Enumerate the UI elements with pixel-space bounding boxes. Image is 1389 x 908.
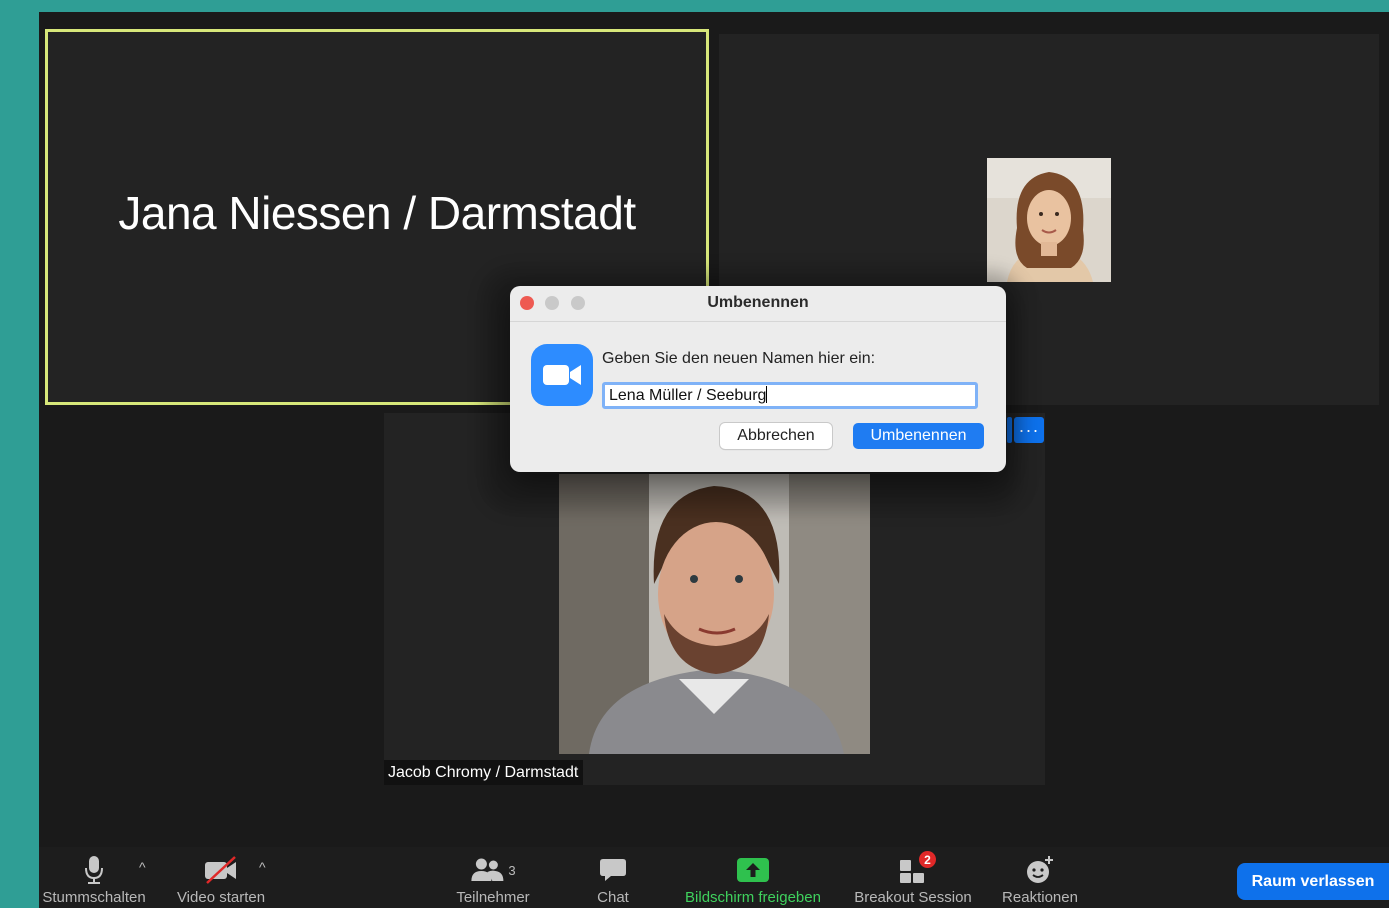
share-screen-icon [737,855,769,885]
participants-button[interactable]: 3 Teilnehmer [445,847,541,908]
dialog-title: Umbenennen [707,294,809,311]
breakout-session-button[interactable]: 2 Breakout Session [845,847,981,908]
breakout-session-label: Breakout Session [854,889,972,906]
video-off-icon [203,855,239,885]
active-speaker-name: Jana Niessen / Darmstadt [118,187,636,239]
participant-photo [559,474,870,754]
participant-avatar-photo [987,158,1111,282]
meeting-toolbar: Stummschalten ^ Video starten ^ 3 Teilne… [39,847,1389,908]
start-video-button[interactable]: Video starten [165,847,277,908]
share-screen-label: Bildschirm freigeben [685,889,821,906]
emoji-add-icon [1025,855,1055,885]
breakout-badge: 2 [919,851,936,868]
zoom-camera-icon [531,344,593,406]
chat-label: Chat [597,889,629,906]
new-name-value: Lena Müller / Seeburg [609,387,767,404]
mute-label: Stummschalten [42,889,146,906]
reactions-button[interactable]: Reaktionen [995,847,1085,908]
participants-icon: 3 [470,855,516,885]
chat-icon [599,855,627,885]
participants-label: Teilnehmer [456,889,530,906]
rename-confirm-button[interactable]: Umbenennen [853,423,984,449]
mute-button[interactable]: Stummschalten [39,847,149,908]
cancel-button[interactable]: Abbrechen [720,423,832,449]
reactions-label: Reaktionen [1002,889,1078,906]
dialog-prompt: Geben Sie den neuen Namen hier ein: [602,350,876,367]
audio-options-caret-icon[interactable]: ^ [139,859,146,875]
rename-dialog: Umbenennen Geben Sie den neuen Namen hie… [510,286,1006,472]
dialog-divider [510,321,1006,322]
microphone-icon [83,855,105,885]
leave-meeting-button[interactable]: Raum verlassen [1237,863,1389,900]
video-options-caret-icon[interactable]: ^ [259,859,266,875]
text-caret [766,386,768,403]
chat-button[interactable]: Chat [581,847,645,908]
participants-count: 3 [508,862,516,878]
participant-name-tag: Jacob Chromy / Darmstadt [384,760,584,785]
start-video-label: Video starten [176,889,266,906]
share-screen-button[interactable]: Bildschirm freigeben [673,847,833,908]
new-name-input[interactable]: Lena Müller / Seeburg [602,382,978,409]
